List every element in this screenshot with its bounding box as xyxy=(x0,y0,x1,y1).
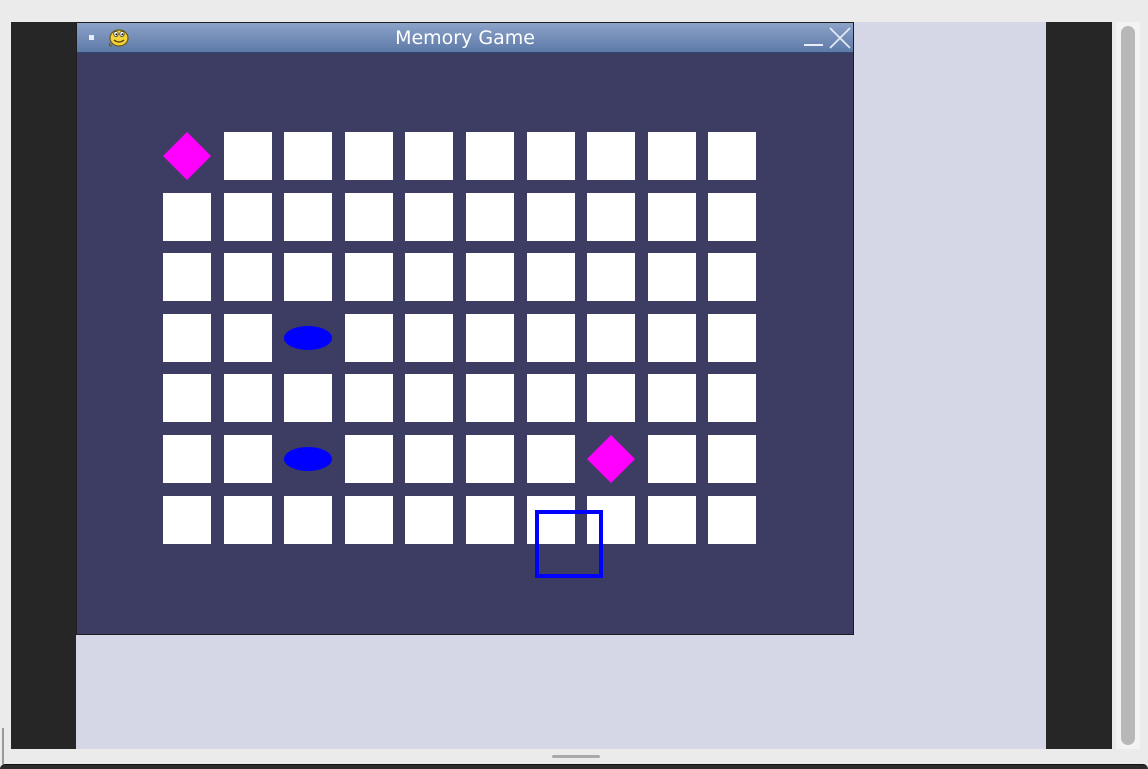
hidden-tile[interactable] xyxy=(587,193,635,241)
revealed-oval-tile[interactable] xyxy=(284,435,332,483)
hidden-tile[interactable] xyxy=(648,374,696,422)
hidden-tile[interactable] xyxy=(224,132,272,180)
hidden-tile[interactable] xyxy=(466,496,514,544)
hidden-tile[interactable] xyxy=(527,374,575,422)
hidden-tile[interactable] xyxy=(284,374,332,422)
hidden-tile[interactable] xyxy=(224,374,272,422)
window-title: Memory Game xyxy=(395,27,535,49)
left-dark-panel xyxy=(11,22,76,749)
hidden-tile[interactable] xyxy=(587,314,635,362)
oval-icon xyxy=(284,447,332,471)
hidden-tile[interactable] xyxy=(224,253,272,301)
diamond-icon xyxy=(587,435,635,483)
hidden-tile[interactable] xyxy=(224,435,272,483)
hidden-tile[interactable] xyxy=(527,314,575,362)
hidden-tile[interactable] xyxy=(163,435,211,483)
hidden-tile[interactable] xyxy=(163,496,211,544)
hidden-tile[interactable] xyxy=(708,496,756,544)
hidden-tile[interactable] xyxy=(587,374,635,422)
hidden-tile[interactable] xyxy=(345,496,393,544)
hidden-tile[interactable] xyxy=(163,314,211,362)
hidden-tile[interactable] xyxy=(466,374,514,422)
hidden-tile[interactable] xyxy=(648,314,696,362)
hidden-tile[interactable] xyxy=(163,253,211,301)
hidden-tile[interactable] xyxy=(527,132,575,180)
selection-highlight xyxy=(535,510,603,578)
hidden-tile[interactable] xyxy=(405,132,453,180)
hidden-tile[interactable] xyxy=(345,435,393,483)
hidden-tile[interactable] xyxy=(527,193,575,241)
hidden-tile[interactable] xyxy=(284,253,332,301)
hidden-tile[interactable] xyxy=(284,496,332,544)
hidden-tile[interactable] xyxy=(224,496,272,544)
hidden-tile[interactable] xyxy=(648,253,696,301)
revealed-diamond-tile[interactable] xyxy=(163,132,211,180)
memory-game-window: Memory Game xyxy=(76,22,854,635)
left-edge-handle xyxy=(2,728,4,764)
hidden-tile[interactable] xyxy=(466,193,514,241)
hidden-tile[interactable] xyxy=(284,193,332,241)
hidden-tile[interactable] xyxy=(163,374,211,422)
hidden-tile[interactable] xyxy=(708,314,756,362)
hidden-tile[interactable] xyxy=(708,435,756,483)
hidden-tile[interactable] xyxy=(648,496,696,544)
hidden-tile[interactable] xyxy=(405,193,453,241)
hidden-tile[interactable] xyxy=(345,374,393,422)
hidden-tile[interactable] xyxy=(405,496,453,544)
bottom-panel xyxy=(0,764,1148,769)
window-titlebar[interactable]: Memory Game xyxy=(77,23,853,53)
hidden-tile[interactable] xyxy=(648,193,696,241)
hidden-tile[interactable] xyxy=(405,314,453,362)
hidden-tile[interactable] xyxy=(708,132,756,180)
hidden-tile[interactable] xyxy=(345,314,393,362)
hidden-tile[interactable] xyxy=(345,193,393,241)
oval-icon xyxy=(284,326,332,350)
panel-resize-grip[interactable] xyxy=(552,755,600,758)
hidden-tile[interactable] xyxy=(587,253,635,301)
revealed-oval-tile[interactable] xyxy=(284,314,332,362)
hidden-tile[interactable] xyxy=(345,253,393,301)
hidden-tile[interactable] xyxy=(648,132,696,180)
hidden-tile[interactable] xyxy=(708,193,756,241)
close-icon[interactable] xyxy=(828,26,852,50)
hidden-tile[interactable] xyxy=(466,314,514,362)
hidden-tile[interactable] xyxy=(163,193,211,241)
hidden-tile[interactable] xyxy=(466,435,514,483)
hidden-tile[interactable] xyxy=(224,314,272,362)
vertical-scrollbar-thumb[interactable] xyxy=(1121,26,1135,745)
hidden-tile[interactable] xyxy=(708,374,756,422)
hidden-tile[interactable] xyxy=(527,435,575,483)
hidden-tile[interactable] xyxy=(587,132,635,180)
hidden-tile[interactable] xyxy=(708,253,756,301)
diamond-icon xyxy=(163,132,211,180)
hidden-tile[interactable] xyxy=(224,193,272,241)
hidden-tile[interactable] xyxy=(466,132,514,180)
hidden-tile[interactable] xyxy=(405,253,453,301)
hidden-tile[interactable] xyxy=(284,132,332,180)
revealed-diamond-tile[interactable] xyxy=(587,435,635,483)
hidden-tile[interactable] xyxy=(345,132,393,180)
hidden-tile[interactable] xyxy=(405,435,453,483)
right-dark-panel xyxy=(1046,22,1112,749)
hidden-tile[interactable] xyxy=(466,253,514,301)
hidden-tile[interactable] xyxy=(648,435,696,483)
hidden-tile[interactable] xyxy=(527,253,575,301)
minimize-icon[interactable] xyxy=(804,44,823,46)
hidden-tile[interactable] xyxy=(405,374,453,422)
